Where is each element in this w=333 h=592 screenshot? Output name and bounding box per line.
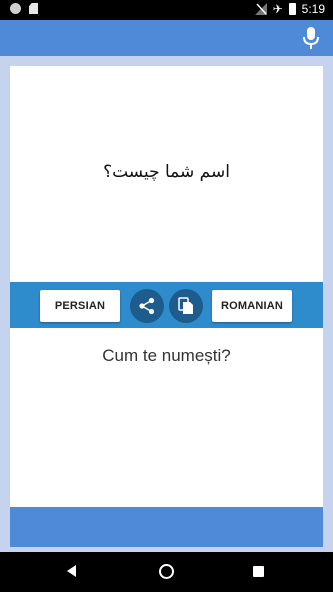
language-bar: PERSIAN ROMANIAN: [10, 282, 323, 328]
share-button[interactable]: [130, 289, 164, 323]
translation-output-panel: Cum te numești?: [10, 328, 323, 507]
home-icon[interactable]: [159, 564, 174, 579]
battery-icon: [288, 3, 296, 15]
sd-card-icon: [29, 3, 38, 14]
bottom-banner: [10, 507, 323, 547]
copy-button[interactable]: [169, 289, 203, 323]
status-time: 5:19: [301, 2, 325, 16]
translated-text: Cum te numești?: [102, 346, 231, 365]
share-icon: [139, 297, 155, 315]
source-language-button[interactable]: PERSIAN: [40, 290, 120, 322]
source-text[interactable]: اسم شما چیست؟: [10, 162, 323, 182]
notification-dot-icon: [10, 3, 21, 14]
navigation-bar: [0, 552, 333, 592]
app-toolbar: [0, 20, 333, 56]
status-bar: ✈ 5:19: [0, 0, 333, 20]
microphone-icon[interactable]: [301, 26, 321, 50]
recents-icon[interactable]: [253, 566, 264, 577]
target-language-button[interactable]: ROMANIAN: [212, 290, 292, 322]
source-text-panel[interactable]: اسم شما چیست؟: [10, 66, 323, 282]
back-icon[interactable]: [67, 565, 76, 577]
copy-icon: [178, 297, 193, 314]
no-signal-icon: [254, 3, 267, 15]
airplane-mode-icon: ✈: [272, 2, 283, 16]
